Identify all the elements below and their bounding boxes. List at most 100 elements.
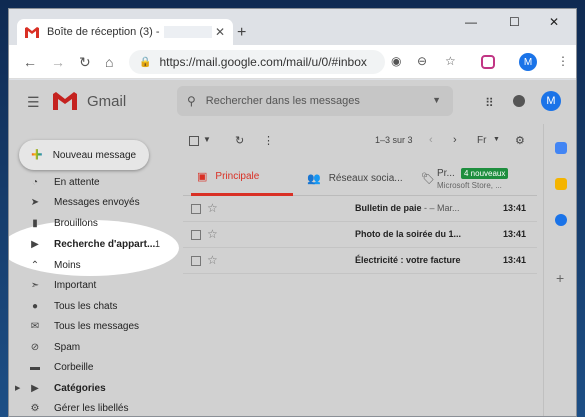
sidebar-item-less[interactable]: ⌃ Moins xyxy=(9,255,179,275)
sidebar-item-sent[interactable]: ➤ Messages envoyés xyxy=(9,192,179,212)
home-icon[interactable]: ⌂ xyxy=(105,54,113,70)
instagram-icon[interactable] xyxy=(481,55,495,69)
search-placeholder: Rechercher dans les messages xyxy=(205,95,360,107)
sidebar-item-manage-labels[interactable]: ⚙ Gérer les libellés xyxy=(9,398,179,416)
calendar-icon[interactable] xyxy=(555,142,567,154)
email-time: 13:41 xyxy=(503,203,527,213)
input-language-selector[interactable]: Fr xyxy=(477,135,486,146)
compose-button[interactable]: + Nouveau message xyxy=(19,140,149,170)
back-arrow-icon[interactable]: ← xyxy=(23,54,37,70)
close-window-button[interactable]: ✕ xyxy=(549,15,559,29)
settings-gear-icon[interactable]: ⚙ xyxy=(515,134,525,147)
sidebar-item-trash[interactable]: ▬ Corbeille xyxy=(9,357,179,377)
people-icon: 👥 xyxy=(307,172,321,185)
row-checkbox[interactable] xyxy=(191,204,201,214)
gmail-header: ☰ Gmail ⚲ Rechercher dans les messages ▼… xyxy=(9,80,576,124)
browser-toolbar: ← → ↻ ⌂ 🔒 https://mail.google.com/mail/u… xyxy=(9,45,576,79)
sidebar-item-apartment-search[interactable]: ▶ Recherche d'appart... 1 xyxy=(9,234,179,254)
browser-tab[interactable]: Boîte de réception (3) - ✕ xyxy=(17,19,233,45)
sidebar-item-drafts[interactable]: ▮ Brouillons xyxy=(9,213,179,233)
keep-icon[interactable] xyxy=(555,178,567,190)
gmail-logo-icon xyxy=(53,92,77,110)
search-input[interactable]: ⚲ Rechercher dans les messages ▼ xyxy=(177,86,453,116)
sidebar-item-label: Brouillons xyxy=(54,217,98,229)
sidebar-item-label: Moins xyxy=(54,259,81,271)
sidebar-item-snoozed[interactable]: ◔ En attente xyxy=(9,172,179,192)
maximize-button[interactable]: ☐ xyxy=(509,15,520,29)
pagination-range: 1–3 sur 3 xyxy=(375,135,413,145)
reload-icon[interactable]: ↻ xyxy=(79,54,91,71)
browser-menu-icon[interactable]: ⋮ xyxy=(557,54,569,68)
tab-title: Boîte de réception (3) - xyxy=(47,26,160,38)
category-tabs: ▣ Principale 👥 Réseaux socia... 🏷 Pr... … xyxy=(183,160,537,196)
email-subject: Électricité : votre facture xyxy=(355,255,461,265)
email-subject: Photo de la soirée du 1... xyxy=(355,229,462,239)
sidebar-item-label: Messages envoyés xyxy=(54,196,140,208)
side-panel: + xyxy=(543,124,576,416)
address-bar[interactable]: 🔒 https://mail.google.com/mail/u/0/#inbo… xyxy=(129,50,385,74)
tab-social[interactable]: 👥 Réseaux socia... xyxy=(307,160,413,196)
next-page-icon[interactable]: › xyxy=(453,134,457,146)
sidebar-item-label: En attente xyxy=(54,176,100,188)
refresh-icon[interactable]: ↻ xyxy=(235,134,244,147)
tab-primary[interactable]: ▣ Principale xyxy=(191,160,293,196)
label-icon: ▶ xyxy=(31,238,39,250)
sidebar-item-label: Catégories xyxy=(54,382,106,394)
sidebar-item-label: Gérer les libellés xyxy=(54,402,129,414)
tag-icon: 🏷 xyxy=(421,172,435,185)
tab-close-icon[interactable]: ✕ xyxy=(215,25,225,39)
clock-icon: ◔ xyxy=(31,176,39,188)
new-count-badge: 4 nouveaux xyxy=(461,168,509,179)
expand-arrow-icon[interactable]: ▶ xyxy=(15,384,20,392)
spam-icon: ⊘ xyxy=(30,341,40,353)
email-row[interactable]: ☆ Photo de la soirée du 1... 13:41 xyxy=(183,222,537,248)
main-menu-icon[interactable]: ☰ xyxy=(27,94,40,111)
select-all-checkbox[interactable] xyxy=(189,136,199,146)
chat-icon: ● xyxy=(31,300,39,312)
search-options-icon[interactable]: ▼ xyxy=(432,95,441,105)
tab-label: Pr... xyxy=(437,168,455,179)
star-icon[interactable]: ☆ xyxy=(207,201,218,215)
star-icon[interactable]: ☆ xyxy=(207,253,218,267)
apps-grid-icon[interactable]: ⠿ xyxy=(485,96,494,110)
sidebar-item-all-mail[interactable]: ✉ Tous les messages xyxy=(9,316,179,336)
gmail-favicon-icon xyxy=(25,26,39,38)
minimize-button[interactable]: — xyxy=(465,15,477,29)
new-tab-button[interactable]: + xyxy=(237,24,246,42)
gear-icon: ⚙ xyxy=(30,402,40,414)
select-dropdown-icon[interactable]: ▼ xyxy=(203,135,211,144)
email-time: 13:41 xyxy=(503,255,527,265)
sidebar-item-categories[interactable]: ▶ ▶ Catégories xyxy=(9,378,179,398)
search-icon[interactable]: ⚲ xyxy=(187,94,196,108)
account-avatar[interactable]: M xyxy=(541,91,561,111)
add-addon-icon[interactable]: + xyxy=(556,270,564,286)
tab-label: Réseaux socia... xyxy=(328,172,403,184)
sidebar-item-chats[interactable]: ● Tous les chats xyxy=(9,296,179,316)
prev-page-icon[interactable]: ‹ xyxy=(429,134,433,146)
row-checkbox[interactable] xyxy=(191,256,201,266)
sidebar-item-important[interactable]: ➣ Important xyxy=(9,275,179,295)
forward-arrow-icon[interactable]: → xyxy=(51,54,65,70)
tab-label: Principale xyxy=(215,171,260,182)
sidebar-item-label: Corbeille xyxy=(54,361,94,373)
email-row[interactable]: ☆ Électricité : votre facture 13:41 xyxy=(183,248,537,274)
email-row[interactable]: ☆ Bulletin de paie - – Mar... 13:41 xyxy=(183,196,537,222)
support-icon[interactable] xyxy=(513,95,525,107)
tab-sender-preview: Microsoft Store, ... xyxy=(437,181,502,190)
sidebar-item-spam[interactable]: ⊘ Spam xyxy=(9,337,179,357)
language-dropdown-icon[interactable]: ▼ xyxy=(493,136,500,143)
compose-plus-icon: + xyxy=(31,144,43,166)
eye-icon[interactable]: ◉ xyxy=(391,54,401,68)
unread-count: 1 xyxy=(155,239,161,249)
more-icon[interactable]: ⋮ xyxy=(263,134,274,147)
mail-icon: ✉ xyxy=(30,320,40,332)
tasks-icon[interactable] xyxy=(555,214,567,226)
row-checkbox[interactable] xyxy=(191,230,201,240)
star-icon[interactable]: ☆ xyxy=(207,227,218,241)
url-text: https://mail.google.com/mail/u/0/#inbox xyxy=(159,55,367,69)
bookmark-star-icon[interactable]: ☆ xyxy=(445,54,456,68)
draft-icon: ▮ xyxy=(32,217,38,229)
redacted-area xyxy=(163,26,212,38)
browser-profile-avatar[interactable]: M xyxy=(519,53,537,71)
zoom-icon[interactable]: ⊖ xyxy=(417,54,427,68)
